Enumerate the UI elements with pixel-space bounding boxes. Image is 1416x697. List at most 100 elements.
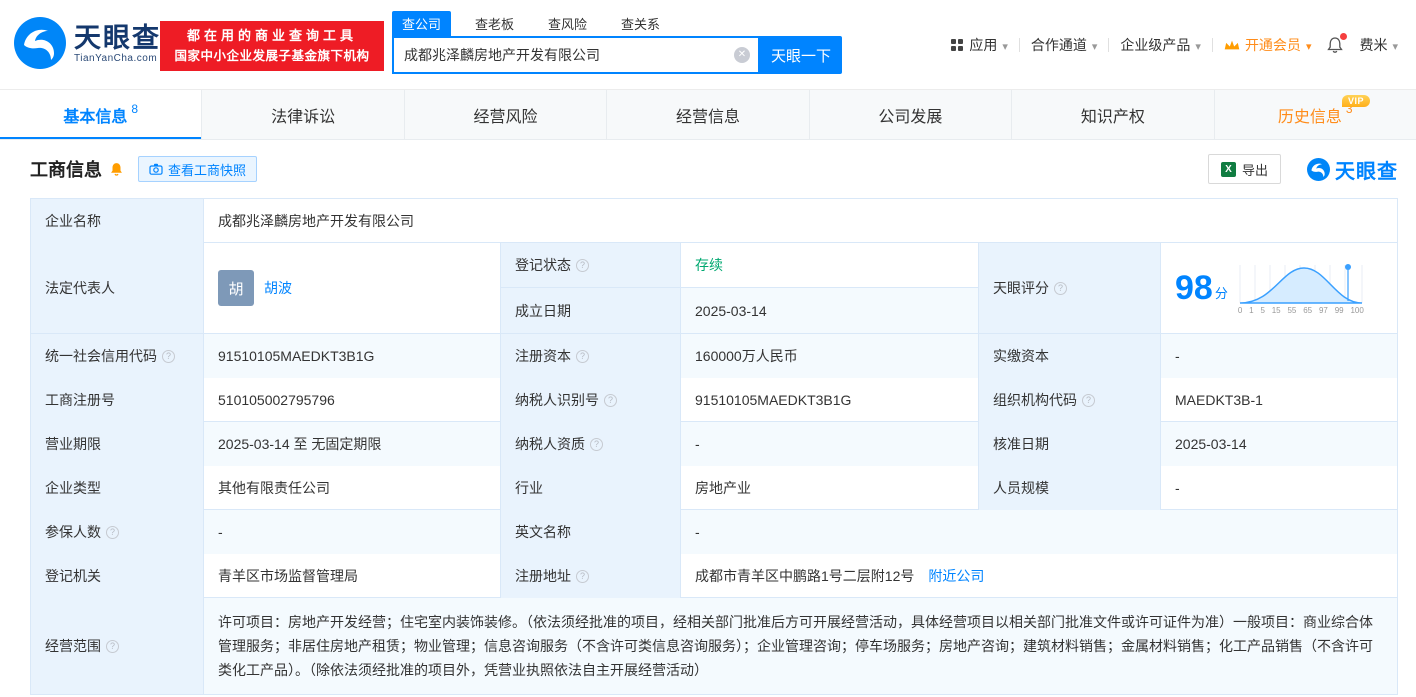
field-label: 天眼评分 bbox=[979, 243, 1161, 333]
nav-enterprise-products[interactable]: 企业级产品 bbox=[1120, 35, 1201, 55]
logo-title: 天眼查 bbox=[74, 22, 161, 53]
field-value: 其他有限责任公司 bbox=[204, 466, 501, 510]
nav-enterprise-label: 企业级产品 bbox=[1120, 37, 1191, 53]
divider bbox=[1211, 38, 1213, 52]
help-icon[interactable] bbox=[162, 349, 175, 363]
nav-user[interactable]: 费米 bbox=[1359, 35, 1398, 55]
divider bbox=[1018, 38, 1020, 52]
field-value: 91510105MAEDKT3B1G bbox=[204, 334, 501, 378]
tab-company-development[interactable]: 公司发展 bbox=[808, 90, 1011, 139]
field-label-text: 经营范围 bbox=[45, 638, 101, 654]
table-row: 营业期限 2025-03-14 至 无固定期限 纳税人资质 - 核准日期 202… bbox=[31, 422, 1397, 466]
field-value: 2025-03-14 bbox=[681, 288, 979, 333]
nav-vip-membership[interactable]: 开通会员 bbox=[1224, 35, 1312, 55]
field-label: 登记状态 bbox=[501, 243, 681, 287]
search-tabs: 查公司 查老板 查风险 查关系 bbox=[392, 11, 842, 36]
org-code-value: MAEDKT3B-1 bbox=[1175, 392, 1263, 408]
field-label-text: 登记状态 bbox=[515, 257, 571, 273]
nav-apps[interactable]: 应用 bbox=[950, 35, 1008, 55]
field-label: 企业类型 bbox=[31, 466, 204, 510]
field-value: 青羊区市场监督管理局 bbox=[204, 554, 501, 598]
logo-text: 天眼查 TianYanCha.com bbox=[74, 23, 161, 64]
notifications-bell[interactable] bbox=[1326, 33, 1348, 54]
field-value: MAEDKT3B-1 bbox=[1161, 378, 1397, 422]
help-icon[interactable] bbox=[590, 437, 603, 451]
tab-intellectual-property[interactable]: 知识产权 bbox=[1011, 90, 1213, 139]
tab-operating-info[interactable]: 经营信息 bbox=[606, 90, 808, 139]
score-axis: 0 1 5 15 55 65 97 99 100 bbox=[1238, 306, 1364, 315]
field-value: - bbox=[681, 422, 979, 466]
help-icon[interactable] bbox=[1054, 281, 1067, 295]
avatar[interactable]: 胡 bbox=[218, 270, 254, 306]
help-icon[interactable] bbox=[576, 258, 589, 272]
english-name-value: - bbox=[695, 524, 700, 540]
legal-rep-link[interactable]: 胡波 bbox=[264, 278, 292, 298]
nav-cooperation[interactable]: 合作通道 bbox=[1031, 35, 1098, 55]
excel-icon bbox=[1220, 161, 1236, 177]
table-subrow: 登记状态 存续 bbox=[501, 243, 979, 288]
subscribe-bell[interactable] bbox=[109, 161, 124, 177]
header: 天眼查 TianYanCha.com 都在用的商业查询工具 国家中小企业发展子基… bbox=[0, 0, 1416, 90]
table-row: 企业类型 其他有限责任公司 行业 房地产业 人员规模 - bbox=[31, 466, 1397, 510]
field-label-text: 核准日期 bbox=[993, 436, 1049, 452]
nav-vip-label: 开通会员 bbox=[1244, 37, 1301, 53]
crown-icon bbox=[1224, 40, 1240, 50]
axis-tick: 65 bbox=[1303, 306, 1313, 315]
help-icon[interactable] bbox=[604, 393, 617, 407]
tab-legal-proceedings[interactable]: 法律诉讼 bbox=[201, 90, 403, 139]
field-label: 登记机关 bbox=[31, 554, 204, 598]
nearby-companies-link[interactable]: 附近公司 bbox=[928, 566, 984, 586]
search-area: 查公司 查老板 查风险 查关系 天眼一下 bbox=[392, 11, 842, 74]
field-label-text: 注册资本 bbox=[515, 348, 571, 364]
field-label: 营业期限 bbox=[31, 422, 204, 466]
help-icon[interactable] bbox=[106, 525, 119, 539]
field-label: 参保人数 bbox=[31, 510, 204, 554]
company-type-value: 其他有限责任公司 bbox=[218, 480, 330, 496]
tab-basic-info[interactable]: 基本信息 8 bbox=[0, 90, 202, 139]
help-icon[interactable] bbox=[576, 349, 589, 363]
tianyancha-logo[interactable]: 天眼查 TianYanCha.com bbox=[14, 17, 161, 69]
table-row: 法定代表人 胡 胡波 登记状态 存续 成立日期 2025-03-1 bbox=[31, 243, 1397, 334]
bell-icon bbox=[111, 163, 122, 176]
snapshot-button[interactable]: 查看工商快照 bbox=[138, 156, 258, 182]
vip-badge: VIP bbox=[1341, 95, 1370, 107]
clear-icon[interactable] bbox=[734, 47, 750, 63]
export-button-label: 导出 bbox=[1241, 162, 1268, 178]
help-icon[interactable] bbox=[1082, 393, 1095, 407]
axis-tick: 5 bbox=[1260, 306, 1265, 315]
search-tab-company[interactable]: 查公司 bbox=[392, 11, 452, 36]
search-tab-risk[interactable]: 查风险 bbox=[538, 11, 597, 36]
search-tab-boss[interactable]: 查老板 bbox=[465, 11, 524, 36]
search-input[interactable] bbox=[394, 38, 758, 72]
chevron-down-icon bbox=[1195, 37, 1201, 53]
field-value: 许可项目：房地产开发经营；住宅室内装饰装修。（依法须经批准的项目，经相关部门批准… bbox=[204, 598, 1397, 694]
score-cell: 98 分 0 1 5 15 55 65 97 99 100 bbox=[1161, 243, 1397, 333]
tab-label: 历史信息 bbox=[1277, 108, 1342, 126]
help-icon[interactable] bbox=[106, 639, 119, 653]
field-value: 91510105MAEDKT3B1G bbox=[681, 378, 979, 422]
tianyancha-logo-icon bbox=[1307, 157, 1330, 181]
promo-line1: 都在用的商业查询工具 bbox=[186, 28, 357, 43]
tab-operating-risk[interactable]: 经营风险 bbox=[403, 90, 606, 139]
field-label-text: 营业期限 bbox=[45, 436, 101, 452]
search-tab-relation[interactable]: 查关系 bbox=[611, 11, 670, 36]
field-label: 法定代表人 bbox=[31, 243, 204, 333]
field-label-text: 成立日期 bbox=[515, 302, 571, 319]
field-value: - bbox=[681, 510, 1397, 554]
taxpayer-id-value: 91510105MAEDKT3B1G bbox=[695, 392, 852, 408]
help-icon[interactable] bbox=[576, 569, 589, 583]
field-value: 2025-03-14 至 无固定期限 bbox=[204, 422, 501, 466]
watermark-text: 天眼查 bbox=[1335, 160, 1398, 183]
export-button[interactable]: 导出 bbox=[1207, 154, 1281, 184]
table-subrow: 成立日期 2025-03-14 bbox=[501, 288, 979, 333]
notification-dot bbox=[1340, 33, 1348, 40]
tab-history-info[interactable]: 历史信息 3 VIP bbox=[1213, 90, 1416, 139]
field-label: 人员规模 bbox=[979, 466, 1161, 510]
search-button[interactable]: 天眼一下 bbox=[760, 36, 842, 74]
score-number: 98 分 bbox=[1175, 271, 1228, 305]
taxpayer-quali-value: - bbox=[695, 436, 700, 452]
establish-date-value: 2025-03-14 bbox=[695, 302, 767, 319]
axis-tick: 100 bbox=[1350, 306, 1364, 315]
field-label: 工商注册号 bbox=[31, 378, 204, 422]
field-label-text: 纳税人识别号 bbox=[515, 392, 599, 408]
